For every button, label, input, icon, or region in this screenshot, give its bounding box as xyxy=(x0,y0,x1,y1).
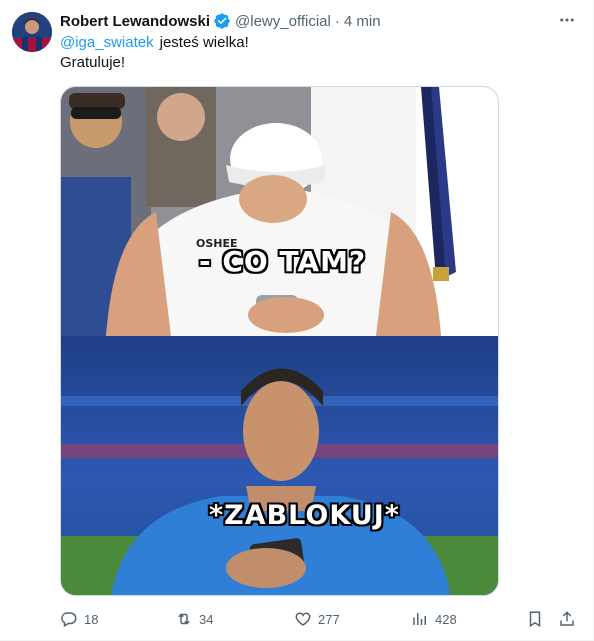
like-count: 277 xyxy=(318,611,340,627)
retweet-count: 34 xyxy=(199,611,214,627)
author-handle[interactable]: @lewy_official xyxy=(235,13,331,30)
reply-button[interactable]: 18 xyxy=(60,608,98,630)
brand-line-2: premium 1 xyxy=(456,103,495,111)
retweet-icon xyxy=(178,613,190,625)
brand-line-1: polsat sport xyxy=(453,95,495,103)
views-count: 428 xyxy=(435,611,457,627)
tweet-line-1: @iga_swiatek jesteś wielka! xyxy=(60,33,580,53)
like-icon xyxy=(295,612,311,626)
tweet-text: @iga_swiatek jesteś wielka! Gratuluje! xyxy=(60,33,580,73)
avatar[interactable] xyxy=(12,12,52,52)
meme-top-panel: polsat sport premium 1 SUPER HD OSHEE - … xyxy=(61,87,498,336)
tweet-timestamp[interactable]: 4 min xyxy=(344,13,381,30)
tweet-line-1-text: jesteś wielka! xyxy=(159,34,249,51)
like-button[interactable]: 277 xyxy=(294,608,340,630)
tv-brand-watermark: polsat sport premium 1 SUPER HD xyxy=(439,95,495,119)
share-button[interactable] xyxy=(558,608,576,630)
tweet-header: Robert Lewandowski @lewy_official · 4 mi… xyxy=(60,11,577,31)
tweet-line-2: Gratuluje! xyxy=(60,54,126,71)
separator-dot: · xyxy=(334,12,340,30)
brand-line-3: SUPER HD xyxy=(459,111,495,119)
meme-top-caption: - CO TAM? xyxy=(199,245,367,278)
verified-badge-icon xyxy=(214,13,230,29)
views-button[interactable]: 428 xyxy=(411,608,457,630)
tweet-actions: 18 34 277 428 xyxy=(60,608,580,630)
reply-count: 18 xyxy=(84,611,99,627)
share-icon xyxy=(560,611,574,626)
tweet: Robert Lewandowski @lewy_official · 4 mi… xyxy=(0,0,594,641)
meme-bottom-caption: *ZABLOKUJ* xyxy=(209,500,400,531)
meme-bottom-panel: *ZABLOKUJ* xyxy=(61,336,498,595)
views-icon xyxy=(413,613,426,625)
bookmark-button[interactable] xyxy=(526,608,544,630)
mention-link[interactable]: @iga_swiatek xyxy=(60,34,154,51)
more-icon[interactable] xyxy=(557,10,577,30)
tweet-media-image[interactable]: polsat sport premium 1 SUPER HD OSHEE - … xyxy=(60,86,499,596)
author-name[interactable]: Robert Lewandowski xyxy=(60,13,210,30)
bookmark-icon xyxy=(529,611,541,628)
retweet-button[interactable]: 34 xyxy=(175,608,213,630)
reply-icon xyxy=(61,612,77,628)
